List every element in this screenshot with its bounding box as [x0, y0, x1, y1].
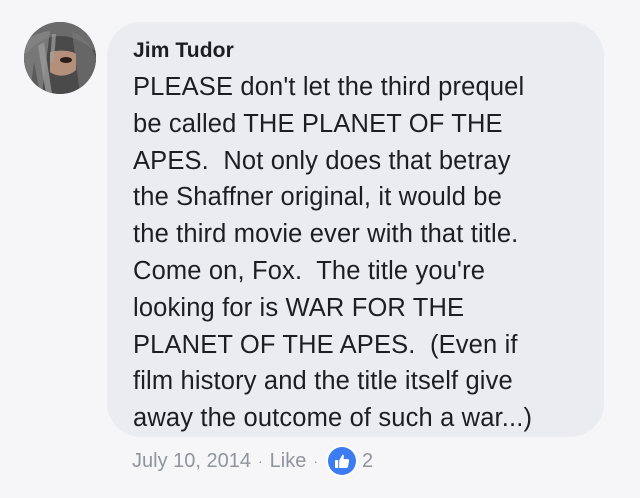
thumbs-up-icon	[328, 447, 357, 475]
comment-line: APES. Not only does that betray	[133, 146, 511, 175]
comment-line: PLEASE don't let the third prequel	[133, 73, 525, 101]
comment-line: away the outcome of such a war...)	[133, 404, 533, 433]
comment-line: Come on, Fox. The title you're	[133, 256, 486, 285]
comment-line: looking for is WAR FOR THE	[133, 293, 465, 322]
meta-separator: ·	[257, 453, 263, 469]
comment-bubble: Jim Tudor PLEASE don't let the third pre…	[107, 22, 604, 437]
comment-line: PLANET OF THE APES. (Even if	[133, 330, 518, 359]
comment-line: be called THE PLANET OF THE	[133, 109, 503, 138]
meta-separator: ·	[313, 453, 319, 469]
like-button[interactable]: Like	[270, 450, 307, 473]
reaction-count[interactable]: 2	[362, 450, 373, 473]
comment-line: the third movie ever with that title.	[133, 220, 519, 249]
comment-line: the Shaffner original, it would be	[133, 183, 502, 212]
avatar[interactable]	[24, 22, 96, 94]
comment-timestamp[interactable]: July 10, 2014	[132, 450, 251, 473]
comment-author-name[interactable]: Jim Tudor	[133, 38, 578, 64]
avatar-photo	[24, 22, 96, 94]
reaction-badge[interactable]	[326, 445, 359, 477]
comment-thread: Jim Tudor PLEASE don't let the third pre…	[0, 0, 640, 498]
comment-line: film history and the title itself give	[133, 367, 513, 396]
comment-meta: July 10, 2014 · Like · 2	[132, 445, 373, 477]
comment-text: PLEASE don't let the third prequel be ca…	[133, 69, 578, 437]
